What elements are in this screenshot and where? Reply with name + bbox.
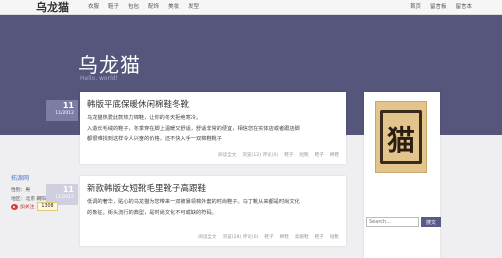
nav-item-accessories[interactable]: 配饰 [148,2,159,10]
post-stats[interactable]: 浏览(28) 评论(0) [223,234,259,240]
post-tag[interactable]: 鞋子 [284,152,293,158]
nav-item-shoes[interactable]: 鞋子 [108,2,119,10]
post-meta: 阅读全文 浏览(12) 评论(0) 鞋子 短靴 鞋子 棉鞋 [218,152,339,158]
post-tag[interactable]: 短靴 [330,234,339,240]
post-tag[interactable]: 高跟鞋 [295,234,309,240]
top-navbar: 乌龙猫 衣服 鞋子 包包 配饰 美妆 发型 首页 留言板 留言本 [0,0,502,15]
nav-item-makeup[interactable]: 美妆 [168,2,179,10]
post-tag[interactable]: 棉鞋 [330,152,339,158]
post-card: 新款韩版女短靴毛里靴子高跟鞋 低调的奢华，贴心的乌龙猫为您带来一双被暴领棉外套的… [80,176,346,246]
site-logo[interactable]: 乌龙猫 [36,0,69,15]
nav-item-hairstyle[interactable]: 发型 [188,2,199,10]
post-date-month-year: 11/2012 [55,195,74,200]
post-excerpt-line: 都很难找到这样令人兴奋的价格，还不快入手一双棉鞋靴子 [87,136,222,142]
follow-widget: 加关注 1308 [11,202,58,211]
post-tag[interactable]: 鞋子 [315,152,324,158]
post-excerpt: 低调的奢华，贴心的乌龙猫为您带来一双被暴领棉外套的时尚鞋子。马丁靴从来都是时尚文… [87,198,339,219]
post-excerpt-line: 低调的奢华，贴心的乌龙猫为您带来一双被暴领棉外套的时尚鞋子。马丁靴从来都是时尚文… [87,199,300,205]
nav-item-home[interactable]: 首页 [410,2,421,10]
search-input[interactable] [366,217,419,227]
nav-item-bags[interactable]: 包包 [128,2,139,10]
post-date-day: 11 [62,101,74,110]
post-tag[interactable]: 短靴 [299,152,308,158]
post-title[interactable]: 新款韩版女短靴毛里靴子高跟鞋 [87,182,206,194]
weibo-icon [11,203,18,210]
post-date: 11 11/2012 [46,100,78,121]
avatar-seal-character: 猫 [386,124,415,157]
follower-count: 1308 [37,202,58,211]
search-button[interactable]: 搜文 [421,217,441,227]
post-excerpt-line: 入造长毛绒的鞋子，冬季穿在脚上温暖又舒适，舒适非常的便宜，相信您在实体店或者跟店… [87,125,300,132]
post-excerpt-line: 的象征。街头流行的典型，是时尚文化不可或缺的符码。 [87,209,217,216]
search-box: 搜文 [366,217,441,227]
main-nav: 衣服 鞋子 包包 配饰 美妆 发型 [88,2,199,10]
seal-stamp-icon: 猫 [380,110,422,164]
nav-item-guestbook[interactable]: 留言本 [455,2,472,10]
post-date-month-year: 11/2012 [55,111,74,116]
post-excerpt: 乌龙猫热爱此款热力棉鞋，让你的冬天拒绝寒冷。 入造长毛绒的鞋子，冬季穿在脚上温暖… [87,114,339,146]
hero-subtitle: Hello, world! [80,75,118,82]
post-tag[interactable]: 鞋子 [264,234,273,240]
follow-label: 加关注 [20,205,35,210]
profile-name[interactable]: 拓源网 [11,173,29,182]
read-more-link[interactable]: 阅读全文 [198,234,216,240]
hero-title: 乌龙猫 [78,53,141,77]
post-tag[interactable]: 棉鞋 [280,234,289,240]
post-excerpt-line: 乌龙猫热爱此款热力棉鞋，让你的冬天拒绝寒冷。 [87,115,202,121]
post-stats[interactable]: 浏览(12) 评论(0) [242,152,278,158]
post-title[interactable]: 韩版平底保暖休闲棉鞋冬靴 [87,98,189,110]
avatar[interactable]: 猫 [375,101,427,173]
read-more-link[interactable]: 阅读全文 [218,152,236,158]
nav-item-clothes[interactable]: 衣服 [88,2,99,10]
post-date-day: 11 [62,185,74,194]
nav-item-messageboard[interactable]: 留言板 [430,2,447,10]
post-meta: 阅读全文 浏览(28) 评论(0) 鞋子 棉鞋 高跟鞋 鞋子 短靴 [198,234,339,240]
post-card: 韩版平底保暖休闲棉鞋冬靴 乌龙猫热爱此款热力棉鞋，让你的冬天拒绝寒冷。 入造长毛… [80,92,346,164]
profile-sex: 性别：男 [11,188,31,193]
right-nav: 首页 留言板 留言本 [410,2,472,10]
profile-location: 地区：北京 朝阳 [11,197,47,202]
profile-sidebar: 猫 [364,92,440,258]
post-tag[interactable]: 鞋子 [315,234,324,240]
follow-button[interactable]: 加关注 [11,203,34,210]
